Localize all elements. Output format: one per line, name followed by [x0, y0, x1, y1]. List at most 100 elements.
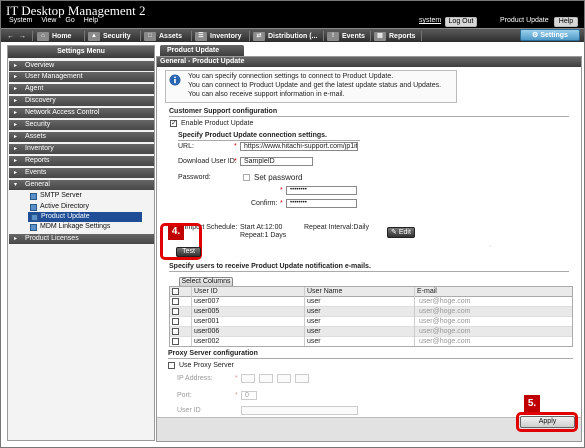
proxy-section-heading: Proxy Server configuration [168, 350, 258, 357]
menu-go[interactable]: Go [65, 17, 74, 24]
password-field[interactable]: •••••••• [286, 186, 357, 195]
sidebar-subitem-active-directory[interactable]: Active Directory [30, 202, 89, 212]
nav-home[interactable]: ⌂ Home [37, 30, 71, 42]
column-divider [414, 287, 415, 346]
sidebar-item-security[interactable]: ▸ Security [9, 120, 154, 130]
nav-settings[interactable]: ⚙ Settings [520, 29, 580, 41]
enable-product-update-label: Enable Product Update [181, 120, 254, 127]
user-name-cell: user [307, 318, 321, 325]
connection-section-heading: Specify Product Update connection settin… [178, 132, 327, 139]
nav-separator [249, 31, 250, 41]
table-row[interactable]: user005 user user@hoge.com [170, 307, 572, 317]
sidebar-item-overview[interactable]: ▸ Overview [9, 61, 154, 71]
ip-octet-4[interactable] [295, 374, 309, 383]
schedule-repeat-interval: Repeat Interval:Daily [304, 224, 369, 231]
sidebar-item-general[interactable]: ▾ General [9, 180, 154, 190]
sidebar-item-label: User Management [25, 73, 83, 80]
required-marker: * [235, 392, 238, 399]
ip-octet-3[interactable] [277, 374, 291, 383]
row-checkbox[interactable] [172, 338, 179, 345]
select-all-checkbox[interactable] [172, 288, 179, 295]
table-row[interactable]: user007 user user@hoge.com [170, 297, 572, 307]
sidebar-item-inventory[interactable]: ▸ Inventory [9, 144, 154, 154]
nav-events[interactable]: ! Events [327, 30, 365, 42]
user-id-cell: user005 [194, 308, 220, 315]
set-password-checkbox[interactable] [243, 174, 250, 181]
sidebar-item-agent[interactable]: ▸ Agent [9, 84, 154, 94]
nav-assets[interactable]: □ Assets [144, 30, 182, 42]
sidebar-item-reports[interactable]: ▸ Reports [9, 156, 154, 166]
apply-button[interactable]: Apply [520, 416, 575, 428]
enable-product-update-checkbox[interactable]: ✓ [170, 120, 177, 127]
nav-separator [140, 31, 141, 41]
sidebar-item-user-management[interactable]: ▸ User Management [9, 72, 154, 82]
edit-button-label: Edit [398, 229, 411, 236]
nav-reports[interactable]: ▤ Reports [374, 30, 415, 42]
sidebar-subitem-mdm-linkage-settings[interactable]: MDM Linkage Settings [30, 222, 110, 232]
port-label: Port: [177, 392, 192, 399]
row-checkbox[interactable] [172, 298, 179, 305]
column-header-email[interactable]: E-mail [417, 287, 437, 297]
sidebar-item-assets[interactable]: ▸ Assets [9, 132, 154, 142]
sidebar-subitem-smtp-server[interactable]: SMTP Server [30, 191, 82, 201]
page-icon [30, 223, 37, 231]
user-id-cell: user006 [194, 328, 220, 335]
menu-system[interactable]: System [9, 17, 32, 24]
help-button[interactable]: Help [554, 17, 578, 27]
user-id-cell: user007 [194, 298, 220, 305]
table-row[interactable]: user006 user user@hoge.com [170, 327, 572, 337]
user-name-cell: user [307, 298, 321, 305]
user-name: system [419, 17, 442, 24]
title-bar: IT Desktop Management 2 System View Go H… [1, 1, 584, 28]
user-name-cell: user [307, 338, 321, 345]
forward-arrow-icon[interactable]: → [19, 30, 26, 42]
chevron-right-icon: ▸ [14, 122, 18, 128]
sidebar-item-label: Network Access Control [25, 109, 100, 116]
nav-home-label: Home [52, 32, 72, 40]
nav-settings-label: Settings [540, 31, 568, 39]
confirm-password-field[interactable]: •••••••• [286, 199, 357, 208]
nav-inventory[interactable]: ☰ Inventory [195, 30, 242, 42]
proxy-user-id-field[interactable] [241, 406, 358, 415]
sidebar-subitem-label: SMTP Server [40, 192, 82, 199]
nav-events-label: Events [342, 32, 365, 40]
test-button[interactable]: Test [176, 247, 201, 257]
product-update-link[interactable]: Product Update [500, 17, 549, 24]
table-row[interactable]: user001 user user@hoge.com [170, 317, 572, 327]
table-row[interactable]: user002 user user@hoge.com [170, 337, 572, 346]
sidebar-item-product-licenses[interactable]: ▸ Product Licenses [9, 234, 154, 244]
sidebar-item-discovery[interactable]: ▸ Discovery [9, 96, 154, 106]
nav-inventory-label: Inventory [210, 32, 242, 40]
chevron-right-icon: ▸ [14, 158, 18, 164]
nav-distribution[interactable]: ⇄ Distribution (... [253, 30, 317, 42]
sidebar-subitem-label: MDM Linkage Settings [40, 223, 111, 230]
back-arrow-icon[interactable]: ← [7, 30, 14, 42]
use-proxy-checkbox[interactable] [168, 362, 175, 369]
menu-help[interactable]: Help [84, 17, 98, 24]
menu-bar: System View Go Help [9, 17, 98, 24]
port-field[interactable]: 0 [241, 391, 257, 400]
download-user-id-field[interactable]: SampleID [240, 157, 313, 166]
ip-octet-1[interactable] [241, 374, 255, 383]
sidebar-subitem-product-update[interactable]: Product Update [28, 212, 142, 222]
sidebar-item-events[interactable]: ▸ Events [9, 168, 154, 178]
edit-schedule-button[interactable]: ✎ Edit [387, 227, 415, 238]
logout-button[interactable]: Log Out [445, 17, 477, 27]
schedule-start: Start At:12:00 [240, 224, 283, 231]
row-checkbox[interactable] [172, 308, 179, 315]
nav-separator [421, 31, 422, 41]
users-table: User ID User Name E-mail user007 user us… [169, 286, 573, 347]
sidebar-item-network-access-control[interactable]: ▸ Network Access Control [9, 108, 154, 118]
ip-octet-2[interactable] [259, 374, 273, 383]
reports-icon: ▤ [374, 31, 386, 41]
row-checkbox[interactable] [172, 318, 179, 325]
sidebar-item-label: Agent [25, 85, 44, 92]
menu-view[interactable]: View [41, 17, 56, 24]
column-header-user-id[interactable]: User ID [194, 287, 218, 297]
chevron-right-icon: ▸ [14, 74, 18, 80]
url-field[interactable]: https://www.hitachi-support.com/jp1itc [240, 142, 358, 151]
app-window: IT Desktop Management 2 System View Go H… [0, 0, 585, 448]
nav-security[interactable]: ▲ Security [88, 30, 131, 42]
row-checkbox[interactable] [172, 328, 179, 335]
column-header-user-name[interactable]: User Name [307, 287, 342, 297]
